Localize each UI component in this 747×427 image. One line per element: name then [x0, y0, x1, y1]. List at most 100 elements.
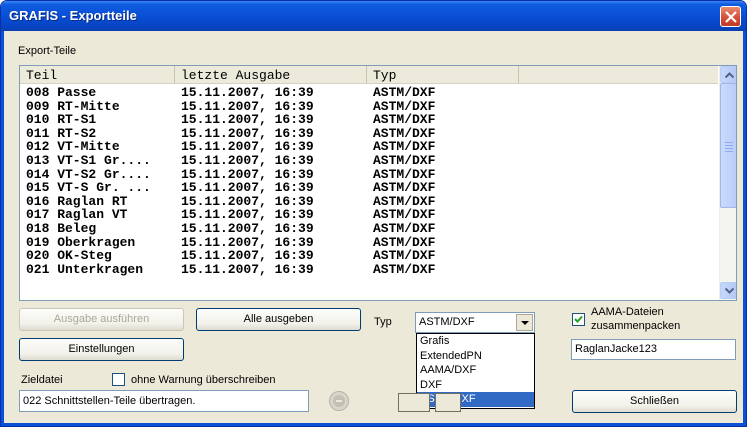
cell-last-export: 15.11.2007, 16:39: [181, 180, 314, 196]
cell-last-export: 15.11.2007, 16:39: [181, 220, 314, 236]
cell-part: 012 VT-Mitte: [26, 139, 120, 155]
close-x-icon: [725, 11, 737, 23]
stop-icon[interactable]: [329, 391, 349, 411]
cell-last-export: 15.11.2007, 16:39: [181, 98, 314, 114]
cell-part: 016 Raglan RT: [26, 193, 128, 209]
list-header: Teil letzte Ausgabe Typ: [20, 66, 718, 84]
cell-part: 014 VT-S2 Gr....: [26, 166, 151, 182]
scroll-down-button[interactable]: [720, 282, 736, 299]
dropdown-arrow-icon: [521, 321, 529, 325]
cell-type: ASTM/DXF: [373, 180, 436, 196]
window-frame-bottom: [1, 423, 746, 426]
type-select[interactable]: ASTM/DXF: [415, 312, 535, 333]
close-button[interactable]: Schließen: [572, 390, 737, 413]
cell-last-export: 15.11.2007, 16:39: [181, 166, 314, 182]
cell-type: ASTM/DXF: [373, 248, 436, 264]
cell-part: 015 VT-S Gr. ...: [26, 180, 151, 196]
cell-part: 020 OK-Steg: [26, 248, 112, 264]
table-row[interactable]: 017 Raglan VT 15.11.2007, 16:39 ASTM/DXF: [20, 208, 718, 222]
cell-last-export: 15.11.2007, 16:39: [181, 207, 314, 223]
cell-part: 017 Raglan VT: [26, 207, 128, 223]
cell-type: ASTM/DXF: [373, 207, 436, 223]
grip-line: [725, 151, 733, 152]
table-row[interactable]: 014 VT-S2 Gr.... 15.11.2007, 16:39 ASTM/DX…: [20, 166, 718, 182]
aama-pack-checkbox[interactable]: [572, 313, 585, 326]
export-parts-label: Export-Teile: [18, 45, 77, 57]
settings-button[interactable]: Einstellungen: [19, 338, 184, 361]
type-dropdown-list[interactable]: Grafis ExtendedPN AAMA/DXF DXF ASTM/DXF: [416, 333, 535, 409]
type-label: Typ: [374, 316, 392, 328]
aama-pack-label-line1: AAMA-Dateien: [591, 306, 664, 318]
cell-last-export: 15.11.2007, 16:39: [181, 234, 314, 250]
target-file-label: Zieldatei: [21, 374, 63, 386]
obscured-button-right[interactable]: [435, 393, 461, 412]
cell-last-export: 15.11.2007, 16:39: [181, 261, 314, 277]
column-header-type[interactable]: Typ: [367, 66, 519, 84]
cell-type: ASTM/DXF: [373, 193, 436, 209]
type-select-dropdown-button[interactable]: [516, 314, 533, 331]
status-field: 022 Schnittstellen-Teile übertragen.: [19, 390, 309, 412]
export-all-button[interactable]: Alle ausgeben: [196, 308, 361, 331]
cell-type: ASTM/DXF: [373, 139, 436, 155]
chevron-up-icon: [725, 72, 734, 78]
cell-last-export: 15.11.2007, 16:39: [181, 152, 314, 168]
table-row[interactable]: 011 RT-S2 15.11.2007, 16:39 ASTM/DXF: [20, 127, 718, 141]
cell-part: 019 Oberkragen: [26, 234, 136, 250]
aama-pack-label-line2: zusammenpacken: [591, 320, 681, 332]
cell-part: 013 VT-S1 Gr....: [26, 152, 151, 168]
type-option-grafis[interactable]: Grafis: [417, 334, 534, 349]
window-title: GRAFIS - Exportteile: [9, 8, 137, 23]
column-header-part[interactable]: Teil: [20, 66, 175, 84]
scroll-up-button[interactable]: [720, 66, 736, 83]
cell-type: ASTM/DXF: [373, 220, 436, 236]
cell-last-export: 15.11.2007, 16:39: [181, 125, 314, 141]
cell-type: ASTM/DXF: [373, 98, 436, 114]
cell-part: 018 Beleg: [26, 220, 97, 236]
export-dialog: GRAFIS - Exportteile Export-Teile Teil l…: [0, 0, 747, 427]
overwrite-without-warning-checkbox[interactable]: [112, 373, 125, 386]
overwrite-without-warning-label: ohne Warnung überschreiben: [131, 374, 276, 386]
window-frame-right: [743, 31, 746, 426]
table-row[interactable]: 021 Unterkragen 15.11.2007, 16:39 ASTM/DXF: [20, 263, 718, 277]
cell-part: 009 RT-Mitte: [26, 98, 120, 114]
type-select-value: ASTM/DXF: [419, 316, 475, 328]
cell-type: ASTM/DXF: [373, 125, 436, 141]
type-option-aama-dxf[interactable]: AAMA/DXF: [417, 363, 534, 378]
table-row[interactable]: 009 RT-Mitte 15.11.2007, 16:39 ASTM/DXF: [20, 98, 718, 114]
run-export-button[interactable]: Ausgabe ausführen: [19, 308, 184, 331]
cell-last-export: 15.11.2007, 16:39: [181, 248, 314, 264]
scroll-thumb[interactable]: [720, 83, 736, 208]
archive-name-input[interactable]: RaglanJacke123: [571, 339, 736, 360]
close-window-button[interactable]: [720, 6, 741, 27]
table-row[interactable]: 015 VT-S Gr. ... 15.11.2007, 16:39 ASTM/DX…: [20, 181, 718, 195]
cell-type: ASTM/DXF: [373, 112, 436, 128]
cell-type: ASTM/DXF: [373, 261, 436, 277]
table-row[interactable]: 010 RT-S1 15.11.2007, 16:39 ASTM/DXF: [20, 113, 718, 127]
cell-part: 011 RT-S2: [26, 125, 97, 141]
table-row[interactable]: 013 VT-S1 Gr.... 15.11.2007, 16:39 ASTM/DX…: [20, 154, 718, 168]
cell-type: ASTM/DXF: [373, 152, 436, 168]
stop-glyph: [333, 395, 345, 407]
obscured-button-left[interactable]: [398, 393, 430, 412]
cell-last-export: 15.11.2007, 16:39: [181, 139, 314, 155]
list-vertical-scrollbar[interactable]: [719, 66, 736, 300]
cell-part: 010 RT-S1: [26, 112, 97, 128]
type-option-extendedpn[interactable]: ExtendedPN: [417, 349, 534, 364]
column-header-empty: [519, 66, 718, 84]
checkmark-icon: [574, 315, 583, 323]
column-header-last-export[interactable]: letzte Ausgabe: [175, 66, 367, 84]
export-parts-list[interactable]: Teil letzte Ausgabe Typ 008 Passe 15.11.2…: [19, 65, 737, 301]
table-row[interactable]: 012 VT-Mitte 15.11.2007, 16:39 ASTM/DXF: [20, 140, 718, 154]
title-bar[interactable]: GRAFIS - Exportteile: [1, 1, 746, 31]
table-row[interactable]: 008 Passe 15.11.2007, 16:39 ASTM/DXF: [20, 86, 718, 100]
grip-line: [725, 142, 733, 143]
grip-line: [725, 148, 733, 149]
table-row[interactable]: 018 Beleg 15.11.2007, 16:39 ASTM/DXF: [20, 222, 718, 236]
list-rows: 008 Passe 15.11.2007, 16:39 ASTM/DXF 009 RT…: [20, 86, 718, 276]
cell-part: 008 Passe: [26, 85, 97, 100]
table-row[interactable]: 019 Oberkragen 15.11.2007, 16:39 ASTM/DXF: [20, 234, 718, 250]
table-row[interactable]: 020 OK-Steg 15.11.2007, 16:39 ASTM/DXF: [20, 249, 718, 263]
window-frame-left: [1, 31, 4, 426]
type-option-dxf[interactable]: DXF: [417, 378, 534, 393]
table-row[interactable]: 016 Raglan RT 15.11.2007, 16:39 ASTM/DXF: [20, 195, 718, 209]
